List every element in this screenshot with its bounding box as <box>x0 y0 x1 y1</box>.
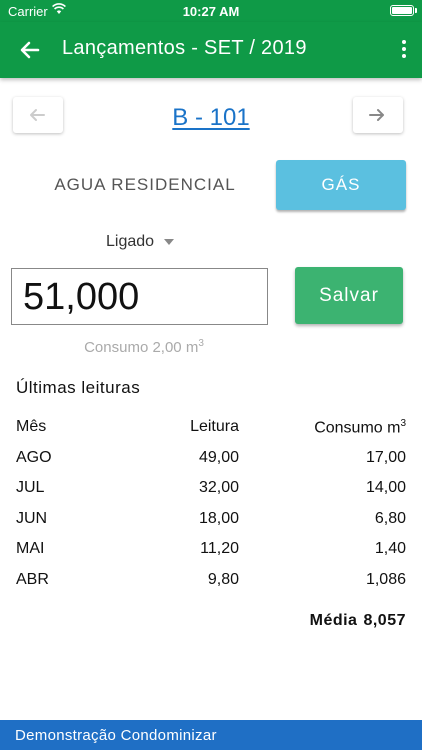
average-value: 8,057 <box>363 612 406 629</box>
row-consumption: 17,00 <box>365 449 406 466</box>
unit-link[interactable]: B - 101 <box>100 104 322 132</box>
status-bar: Carrier 10:27 AM <box>0 0 422 22</box>
page-title: Lançamentos - SET / 2019 <box>62 37 307 59</box>
row-month: MAI <box>16 540 45 557</box>
average-consumption: Média 8,057 <box>304 612 406 630</box>
table-header: Mês Leitura Consumo m3 <box>0 418 422 440</box>
header-consumption-label: Consumo m <box>314 419 401 437</box>
row-reading: 11,20 <box>200 540 239 557</box>
header-consumption: Consumo m3 <box>314 418 406 437</box>
consumption-hint-unit-exponent: 3 <box>198 338 204 349</box>
row-reading: 18,00 <box>198 510 239 527</box>
arrow-left-icon <box>30 109 45 121</box>
row-reading: 32,00 <box>198 479 239 496</box>
chevron-down-icon <box>164 239 174 245</box>
previous-unit-button[interactable] <box>13 97 63 133</box>
row-consumption: 14,00 <box>365 479 406 496</box>
history-title: Últimas leituras <box>16 378 141 397</box>
row-consumption: 6,80 <box>374 510 406 527</box>
battery-tip <box>415 8 417 13</box>
row-month: JUN <box>16 510 48 527</box>
back-arrow-icon[interactable] <box>16 36 44 64</box>
row-month: AGO <box>16 449 52 466</box>
footer-bar: Demonstração Condominizar <box>0 720 422 750</box>
row-consumption: 1,40 <box>374 540 406 557</box>
tab-agua-residencial[interactable]: AGUA RESIDENCIAL <box>40 160 250 210</box>
save-button[interactable]: Salvar <box>295 267 403 324</box>
app-bar: Lançamentos - SET / 2019 <box>0 22 422 78</box>
row-consumption: 1,086 <box>365 571 406 588</box>
reading-input[interactable]: 51,000 <box>11 268 268 325</box>
battery-icon <box>390 5 414 16</box>
status-dropdown-value: Ligado <box>106 233 155 250</box>
header-month: Mês <box>16 418 47 435</box>
consumption-hint: Consumo 2,00 m3 <box>60 338 228 356</box>
arrow-right-icon <box>369 109 384 121</box>
row-month: JUL <box>16 479 45 496</box>
next-unit-button[interactable] <box>353 97 403 133</box>
overflow-menu-icon[interactable] <box>400 38 408 62</box>
header-reading: Leitura <box>190 418 239 435</box>
table-row: JUL 32,00 14,00 <box>0 479 422 501</box>
status-dropdown[interactable]: Ligado <box>100 232 190 252</box>
row-reading: 9,80 <box>207 571 239 588</box>
table-row: ABR 9,80 1,086 <box>0 571 422 593</box>
footer-text: Demonstração Condominizar <box>15 727 217 744</box>
table-row: JUN 18,00 6,80 <box>0 510 422 532</box>
row-reading: 49,00 <box>198 449 239 466</box>
tab-gas[interactable]: GÁS <box>276 160 406 210</box>
clock: 10:27 AM <box>182 4 240 19</box>
average-label: Média <box>309 612 358 629</box>
header-consumption-exponent: 3 <box>400 418 406 429</box>
table-row: MAI 11,20 1,40 <box>0 540 422 562</box>
table-row: AGO 49,00 17,00 <box>0 449 422 471</box>
row-month: ABR <box>16 571 49 588</box>
consumption-hint-text: Consumo 2,00 m <box>84 339 199 356</box>
